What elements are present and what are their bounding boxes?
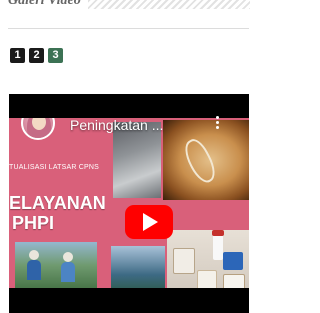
widget-header: Galeri Video: [0, 0, 257, 30]
video-player[interactable]: TUALISASI LATSAR CPNS ELAYANAN PHPI Peni…: [9, 94, 249, 313]
page-button-2[interactable]: 2: [29, 48, 44, 63]
video-title[interactable]: Peningkatan ...: [70, 117, 190, 133]
pagination: 1 2 3: [10, 48, 63, 63]
youtube-play-icon[interactable]: [125, 205, 173, 239]
woman-avatar[interactable]: [21, 118, 55, 140]
thumbnail-headline: ELAYANAN PHPI: [9, 193, 109, 233]
page-button-1[interactable]: 1: [10, 48, 25, 63]
pond-photo: [111, 246, 165, 288]
thumbnail-subtitle: TUALISASI LATSAR CPNS: [9, 164, 100, 171]
people-photo: [15, 242, 97, 288]
video-bottom-bar: [9, 288, 249, 313]
more-vert-icon[interactable]: [214, 114, 220, 132]
title-divider: [8, 28, 249, 29]
page-button-3[interactable]: 3: [48, 48, 63, 63]
video-thumbnail[interactable]: TUALISASI LATSAR CPNS ELAYANAN PHPI: [9, 118, 249, 288]
headline-line-1: ELAYANAN: [9, 193, 106, 213]
headline-line-2: PHPI: [12, 213, 55, 233]
lab-photo: [113, 122, 161, 198]
products-photo: [167, 230, 249, 288]
widget-title: Galeri Video: [8, 0, 87, 9]
title-stripes: [88, 0, 250, 9]
